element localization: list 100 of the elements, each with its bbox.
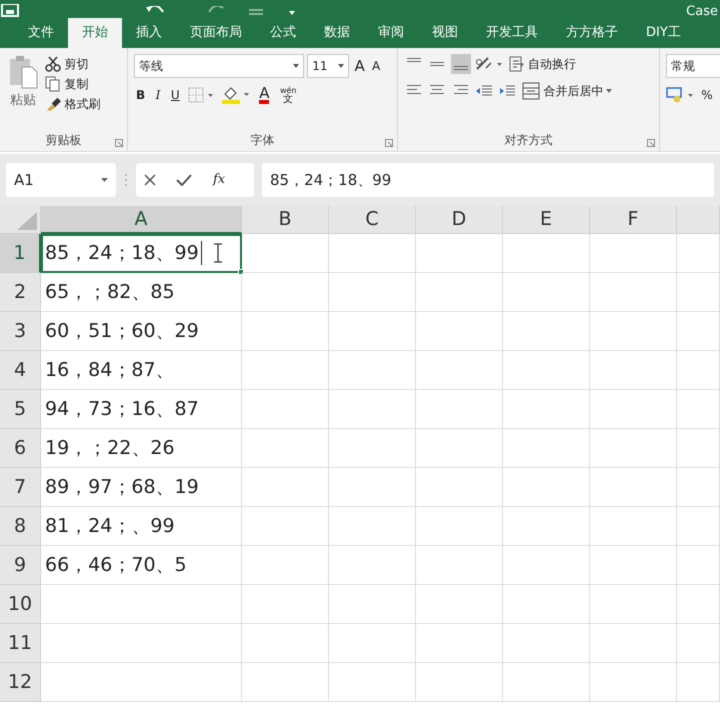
fill-color-icon[interactable]: [220, 86, 251, 104]
clipboard-button[interactable]: 复制: [43, 74, 102, 94]
column-header[interactable]: B: [242, 206, 329, 234]
caret-icon: [293, 64, 299, 68]
bottom-align-icon[interactable]: [450, 54, 470, 74]
ribbon-tab[interactable]: 开始: [68, 18, 122, 48]
font-name-field[interactable]: 等线: [134, 54, 304, 78]
caret-icon: [606, 88, 612, 92]
brush-icon: [45, 96, 62, 112]
wrap-text-button[interactable]: 自动换行: [507, 54, 578, 74]
cell-text: 60，51；60、29: [45, 318, 199, 344]
ribbon-tab[interactable]: 开发工具: [472, 18, 552, 48]
cell-text: 81，24；、99: [45, 514, 175, 539]
row-header[interactable]: 5: [0, 390, 41, 429]
row-header[interactable]: 4: [0, 351, 41, 390]
row-header[interactable]: 6: [0, 429, 41, 468]
ribbon-tab[interactable]: 公式: [256, 18, 310, 48]
row-header[interactable]: 11: [0, 624, 41, 663]
row-header[interactable]: 8: [0, 507, 41, 546]
table-cell: [677, 624, 720, 663]
ribbon-tab[interactable]: 文件: [14, 18, 68, 48]
phonetic-text: wén: [280, 86, 297, 95]
ribbon-tab[interactable]: 方方格子: [552, 18, 632, 48]
table-cell: [677, 468, 720, 507]
caret-icon: [338, 64, 344, 68]
clipboard-icon: [8, 55, 38, 89]
row-header[interactable]: 9: [0, 546, 41, 585]
row-header[interactable]: 2: [0, 273, 41, 312]
group-label: 剪贴板: [44, 132, 82, 149]
cell-text: 16，84；87、: [45, 358, 175, 383]
dialog-launcher-icon[interactable]: [115, 139, 123, 147]
row-header[interactable]: 7: [0, 468, 41, 507]
ribbon-tab[interactable]: DIY工: [632, 18, 695, 48]
column-header[interactable]: C: [329, 206, 416, 234]
currency-icon[interactable]: [666, 86, 696, 104]
group-label: 对齐方式: [504, 132, 554, 149]
clipboard-button[interactable]: 剪切: [43, 54, 102, 74]
cancel-icon[interactable]: [144, 174, 156, 186]
caret-icon: [101, 178, 108, 182]
cell-text: 19，；22、26: [45, 436, 175, 461]
table-cell: [677, 351, 720, 390]
row-header[interactable]: 12: [0, 663, 41, 702]
merge-cells-icon: [522, 82, 540, 100]
clipboard-button[interactable]: 格式刷: [43, 94, 102, 114]
table-cell: [677, 273, 720, 312]
merge-center-button[interactable]: 合并后居中: [520, 80, 614, 100]
cell-text: 65，；82、85: [45, 280, 175, 305]
cell-text: 94，73；16、87: [45, 396, 199, 422]
ribbon-tab[interactable]: 数据: [310, 18, 364, 48]
ribbon-tab[interactable]: 插入: [122, 18, 176, 48]
scissors-icon: [45, 56, 62, 72]
table-cell: [677, 507, 720, 546]
formula-field[interactable]: 85，24；18、99: [262, 163, 714, 197]
paste-button[interactable]: 粘贴: [6, 54, 40, 114]
table-cell: [677, 312, 720, 351]
row-header[interactable]: 1: [0, 234, 41, 273]
number-format-field[interactable]: 常规: [666, 54, 720, 78]
enter-icon[interactable]: [176, 174, 192, 186]
window-title: Case: [686, 5, 718, 18]
shrink-font-button[interactable]: A: [370, 56, 382, 76]
italic-button[interactable]: I: [154, 85, 162, 105]
column-header[interactable]: A: [41, 206, 242, 234]
ribbon-tab[interactable]: 视图: [418, 18, 472, 48]
table-cell: [677, 390, 720, 429]
phonetic-text: 文: [283, 95, 294, 104]
ribbon-tab[interactable]: 页面布局: [176, 18, 256, 48]
table-cell: [677, 585, 720, 624]
column-header[interactable]: E: [503, 206, 590, 234]
cell-text: 85，24；18、99: [45, 240, 199, 266]
text-cursor: [200, 241, 202, 265]
name-box-value: A1: [14, 170, 35, 191]
wrap-text-icon: [509, 56, 525, 72]
name-box[interactable]: A1: [6, 163, 116, 197]
dialog-launcher-icon[interactable]: [385, 139, 393, 147]
grow-font-button[interactable]: A: [352, 54, 367, 78]
bold-button[interactable]: B: [134, 85, 148, 105]
number-format-value: 常规: [671, 58, 695, 75]
cell-text: 66，46；70、5: [45, 552, 187, 578]
column-header[interactable]: F: [590, 206, 677, 234]
table-cell: [677, 429, 720, 468]
font-size-field[interactable]: 11: [307, 54, 350, 78]
text-cursor-icon: [214, 243, 222, 263]
cell-text: 89，97；68、19: [45, 474, 199, 500]
row-header[interactable]: 3: [0, 312, 41, 351]
row-header[interactable]: 10: [0, 585, 41, 624]
font-size-value: 11: [312, 58, 329, 76]
table-cell: [677, 546, 720, 585]
dialog-launcher-icon[interactable]: [647, 139, 655, 147]
percent-button[interactable]: %: [699, 84, 715, 104]
underline-button[interactable]: U: [168, 85, 182, 105]
column-header[interactable]: D: [416, 206, 503, 234]
ribbon-tab[interactable]: 审阅: [364, 18, 418, 48]
insert-function-button[interactable]: fx: [211, 169, 228, 191]
save-icon[interactable]: [0, 4, 20, 18]
group-label: 字体: [250, 132, 276, 149]
paste-label: 粘贴: [10, 92, 36, 110]
copy-icon: [45, 76, 62, 92]
table-cell: [677, 234, 720, 273]
phonetic-button[interactable]: wén 文: [278, 85, 299, 105]
font-name-value: 等线: [139, 58, 164, 76]
